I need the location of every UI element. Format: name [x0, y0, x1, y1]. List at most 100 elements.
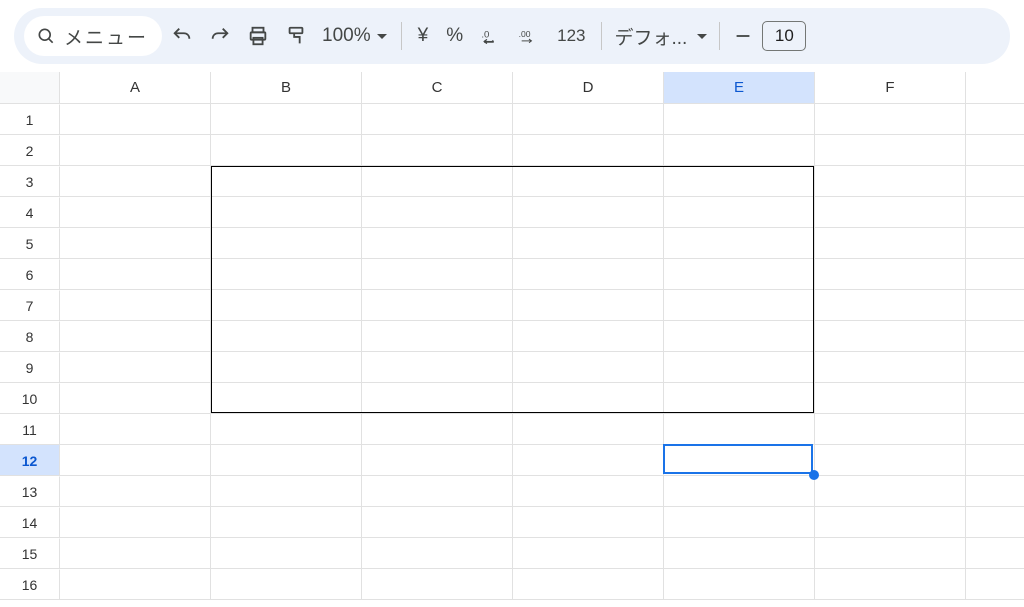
cell[interactable]	[815, 538, 966, 569]
cell[interactable]	[664, 290, 815, 321]
cell[interactable]	[211, 383, 362, 414]
cell[interactable]	[664, 569, 815, 600]
cell[interactable]	[211, 104, 362, 135]
row-header-9[interactable]: 9	[0, 352, 60, 383]
cell[interactable]	[60, 259, 211, 290]
row-header-3[interactable]: 3	[0, 166, 60, 197]
currency-format-button[interactable]: ¥	[410, 18, 437, 54]
row-header-5[interactable]: 5	[0, 228, 60, 259]
cell[interactable]	[815, 259, 966, 290]
decrease-font-size-button[interactable]	[728, 18, 758, 54]
cell[interactable]	[966, 352, 1024, 383]
cell[interactable]	[362, 104, 513, 135]
cell[interactable]	[513, 507, 664, 538]
row-header-10[interactable]: 10	[0, 383, 60, 414]
cell[interactable]	[966, 104, 1024, 135]
cell[interactable]	[60, 507, 211, 538]
undo-button[interactable]	[164, 18, 200, 54]
cell[interactable]	[966, 569, 1024, 600]
cell[interactable]	[966, 383, 1024, 414]
row-header-11[interactable]: 11	[0, 414, 60, 445]
paint-format-button[interactable]	[278, 18, 314, 54]
cell[interactable]	[60, 569, 211, 600]
more-formats-button[interactable]: 123	[549, 18, 593, 54]
cell[interactable]	[513, 445, 664, 476]
cell[interactable]	[664, 321, 815, 352]
column-header-G[interactable]: G	[966, 72, 1024, 104]
row-header-1[interactable]: 1	[0, 104, 60, 135]
cell[interactable]	[815, 228, 966, 259]
cell[interactable]	[815, 197, 966, 228]
cell[interactable]	[362, 476, 513, 507]
cell[interactable]	[362, 197, 513, 228]
decrease-decimal-button[interactable]: .0	[473, 18, 509, 54]
cell[interactable]	[362, 445, 513, 476]
print-button[interactable]	[240, 18, 276, 54]
cell[interactable]	[664, 228, 815, 259]
cell[interactable]	[513, 259, 664, 290]
cell[interactable]	[513, 321, 664, 352]
column-header-A[interactable]: A	[60, 72, 211, 104]
cell[interactable]	[966, 414, 1024, 445]
font-dropdown[interactable]: デフォ...	[610, 23, 711, 50]
cell[interactable]	[211, 569, 362, 600]
cell[interactable]	[211, 476, 362, 507]
row-header-2[interactable]: 2	[0, 135, 60, 166]
cell[interactable]	[513, 166, 664, 197]
cell[interactable]	[664, 352, 815, 383]
cell[interactable]	[664, 414, 815, 445]
cell[interactable]	[966, 166, 1024, 197]
cell[interactable]	[362, 321, 513, 352]
cell[interactable]	[60, 538, 211, 569]
cell[interactable]	[664, 104, 815, 135]
row-header-6[interactable]: 6	[0, 259, 60, 290]
cell[interactable]	[513, 383, 664, 414]
cell[interactable]	[211, 445, 362, 476]
cell[interactable]	[664, 197, 815, 228]
cell[interactable]	[815, 445, 966, 476]
cell[interactable]	[664, 166, 815, 197]
cell[interactable]	[513, 569, 664, 600]
cell[interactable]	[664, 445, 815, 476]
font-size-input[interactable]: 10	[762, 21, 806, 51]
column-header-C[interactable]: C	[362, 72, 513, 104]
cell[interactable]	[966, 290, 1024, 321]
cell[interactable]	[362, 414, 513, 445]
cell[interactable]	[815, 414, 966, 445]
row-header-4[interactable]: 4	[0, 197, 60, 228]
cell[interactable]	[211, 414, 362, 445]
cell[interactable]	[60, 290, 211, 321]
cell[interactable]	[513, 104, 664, 135]
cell[interactable]	[60, 414, 211, 445]
row-header-15[interactable]: 15	[0, 538, 60, 569]
cell[interactable]	[362, 228, 513, 259]
cell[interactable]	[966, 197, 1024, 228]
cell[interactable]	[513, 228, 664, 259]
cell[interactable]	[966, 476, 1024, 507]
cell[interactable]	[664, 259, 815, 290]
cell[interactable]	[211, 135, 362, 166]
cell[interactable]	[966, 321, 1024, 352]
cell[interactable]	[513, 197, 664, 228]
cell[interactable]	[815, 569, 966, 600]
cell[interactable]	[60, 383, 211, 414]
select-all-corner[interactable]	[0, 72, 60, 104]
cell[interactable]	[966, 538, 1024, 569]
cell[interactable]	[362, 352, 513, 383]
cell[interactable]	[664, 476, 815, 507]
column-header-E[interactable]: E	[664, 72, 815, 104]
column-header-F[interactable]: F	[815, 72, 966, 104]
row-header-8[interactable]: 8	[0, 321, 60, 352]
cell[interactable]	[362, 290, 513, 321]
cell[interactable]	[60, 104, 211, 135]
cell[interactable]	[211, 290, 362, 321]
row-header-13[interactable]: 13	[0, 476, 60, 507]
cell[interactable]	[211, 538, 362, 569]
cell[interactable]	[362, 259, 513, 290]
cell[interactable]	[60, 135, 211, 166]
menu-search-pill[interactable]: メニュー	[24, 16, 162, 56]
cell[interactable]	[815, 104, 966, 135]
cell[interactable]	[362, 383, 513, 414]
cell[interactable]	[60, 445, 211, 476]
cell[interactable]	[966, 507, 1024, 538]
